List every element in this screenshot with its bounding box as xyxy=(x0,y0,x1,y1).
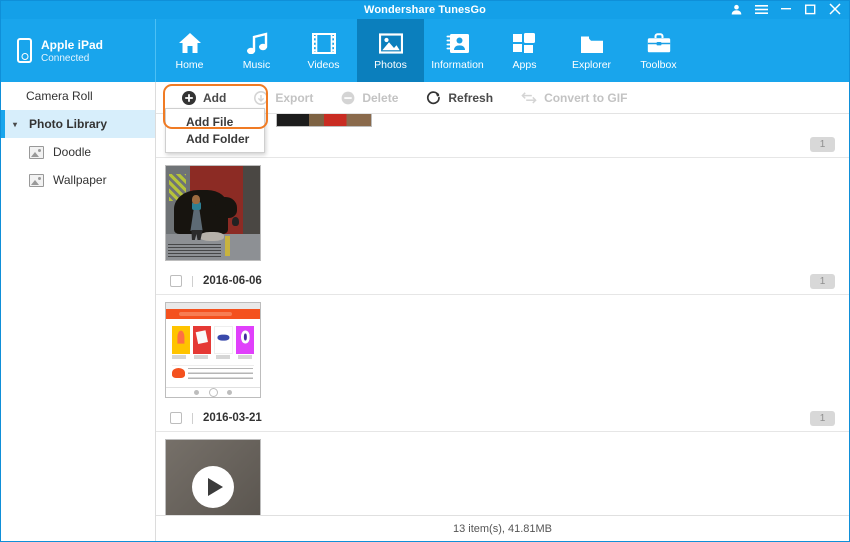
convert-icon xyxy=(521,91,537,105)
add-file-label: Add File xyxy=(186,115,233,129)
sidebar-label-doodle: Doodle xyxy=(53,145,91,159)
count-badge: 1 xyxy=(810,411,835,426)
add-icon xyxy=(182,91,196,105)
photos-icon xyxy=(379,30,403,54)
action-toolbar: Add Export Delete xyxy=(156,82,849,114)
menu-item-add-file[interactable]: Add File xyxy=(166,113,264,130)
nav-label-home: Home xyxy=(175,59,203,71)
maximize-button[interactable] xyxy=(805,4,816,17)
group-checkbox[interactable] xyxy=(170,412,182,424)
nav-item-music[interactable]: Music xyxy=(223,19,290,82)
account-icon[interactable] xyxy=(731,4,742,17)
sidebar-item-wallpaper[interactable]: Wallpaper xyxy=(1,166,155,194)
add-dropdown-menu: Add File Add Folder xyxy=(165,108,265,153)
delete-icon xyxy=(341,91,355,105)
sidebar-item-camera-roll[interactable]: Camera Roll xyxy=(1,82,155,110)
nav-item-photos[interactable]: Photos xyxy=(357,19,424,82)
sidebar-label-wallpaper: Wallpaper xyxy=(53,173,107,187)
thumbnail-row xyxy=(156,158,849,268)
video-thumbnail[interactable] xyxy=(165,439,261,515)
nav-label-photos: Photos xyxy=(374,59,407,71)
photo-thumbnail[interactable] xyxy=(276,114,372,127)
nav-label-music: Music xyxy=(243,59,270,71)
nav-item-information[interactable]: Information xyxy=(424,19,491,82)
refresh-icon xyxy=(426,90,441,105)
count-badge: 1 xyxy=(810,137,835,152)
minimize-button[interactable] xyxy=(781,1,792,14)
application-window: Wondershare TunesGo Apple iPad xyxy=(0,0,850,542)
window-controls xyxy=(731,1,841,19)
menu-icon[interactable] xyxy=(755,4,768,17)
nav-item-videos[interactable]: Videos xyxy=(290,19,357,82)
photo-group-video xyxy=(156,432,849,515)
refresh-label: Refresh xyxy=(448,91,493,105)
export-label: Export xyxy=(275,91,313,105)
photo-thumbnail[interactable] xyxy=(165,302,261,398)
nav-label-toolbox: Toolbox xyxy=(640,59,676,71)
menu-item-add-folder[interactable]: Add Folder xyxy=(166,130,264,147)
nav-item-apps[interactable]: Apps xyxy=(491,19,558,82)
play-icon[interactable] xyxy=(192,466,234,508)
convert-to-gif-button[interactable]: Convert to GIF xyxy=(507,82,641,114)
nav-label-apps: Apps xyxy=(513,59,537,71)
sidebar-label-camera-roll: Camera Roll xyxy=(26,89,93,103)
status-bar: 13 item(s), 41.81MB xyxy=(156,515,849,541)
nav-label-videos: Videos xyxy=(308,59,340,71)
device-name: Apple iPad xyxy=(41,38,103,52)
export-icon xyxy=(254,91,268,105)
apps-icon xyxy=(513,30,536,54)
navigation-bar: Apple iPad Connected Home Music xyxy=(1,19,849,82)
divider xyxy=(192,413,193,424)
app-title: Wondershare TunesGo xyxy=(1,4,849,16)
nav-items: Home Music Videos Photos xyxy=(156,19,692,82)
sidebar-label-photo-library: Photo Library xyxy=(29,117,107,131)
delete-button[interactable]: Delete xyxy=(327,82,412,114)
sidebar-item-doodle[interactable]: Doodle xyxy=(1,138,155,166)
ipad-icon xyxy=(17,38,32,63)
photo-list[interactable]: 1 xyxy=(156,114,849,515)
home-icon xyxy=(178,30,202,54)
add-label: Add xyxy=(203,91,226,105)
sidebar: Camera Roll ▾ Photo Library Doodle Wallp… xyxy=(1,82,156,541)
status-text: 13 item(s), 41.81MB xyxy=(453,523,552,535)
title-bar: Wondershare TunesGo xyxy=(1,1,849,19)
photo-group-2016-03-21: 2016-03-21 1 xyxy=(156,295,849,432)
count-badge: 1 xyxy=(810,274,835,289)
date-label: 2016-06-06 xyxy=(203,275,262,287)
information-icon xyxy=(446,30,470,54)
chevron-down-icon[interactable]: ▾ xyxy=(13,120,22,129)
date-row: 2016-06-06 1 xyxy=(156,268,849,295)
body: Camera Roll ▾ Photo Library Doodle Wallp… xyxy=(1,82,849,541)
refresh-button[interactable]: Refresh xyxy=(412,82,507,114)
delete-label: Delete xyxy=(362,91,398,105)
divider xyxy=(192,276,193,287)
music-icon xyxy=(245,30,269,54)
toolbox-icon xyxy=(647,30,671,54)
nav-item-toolbox[interactable]: Toolbox xyxy=(625,19,692,82)
video-icon xyxy=(312,30,336,54)
photo-thumbnail[interactable] xyxy=(165,165,261,261)
date-label: 2016-03-21 xyxy=(203,412,262,424)
group-checkbox[interactable] xyxy=(170,275,182,287)
nav-item-explorer[interactable]: Explorer xyxy=(558,19,625,82)
album-icon xyxy=(29,146,44,159)
thumbnail-row xyxy=(156,295,849,405)
device-status: Connected xyxy=(41,53,103,64)
add-folder-label: Add Folder xyxy=(186,132,249,146)
main-panel: Add Export Delete xyxy=(156,82,849,541)
nav-label-explorer: Explorer xyxy=(572,59,611,71)
explorer-icon xyxy=(580,30,604,54)
sidebar-item-photo-library[interactable]: ▾ Photo Library xyxy=(1,110,155,138)
album-icon xyxy=(29,174,44,187)
device-info[interactable]: Apple iPad Connected xyxy=(1,19,156,82)
nav-label-information: Information xyxy=(431,59,484,71)
close-button[interactable] xyxy=(829,3,841,17)
convert-label: Convert to GIF xyxy=(544,91,627,105)
thumbnail-row xyxy=(156,432,849,515)
photo-group-2016-06-06: 2016-06-06 1 xyxy=(156,158,849,295)
date-row: 2016-03-21 1 xyxy=(156,405,849,432)
nav-item-home[interactable]: Home xyxy=(156,19,223,82)
